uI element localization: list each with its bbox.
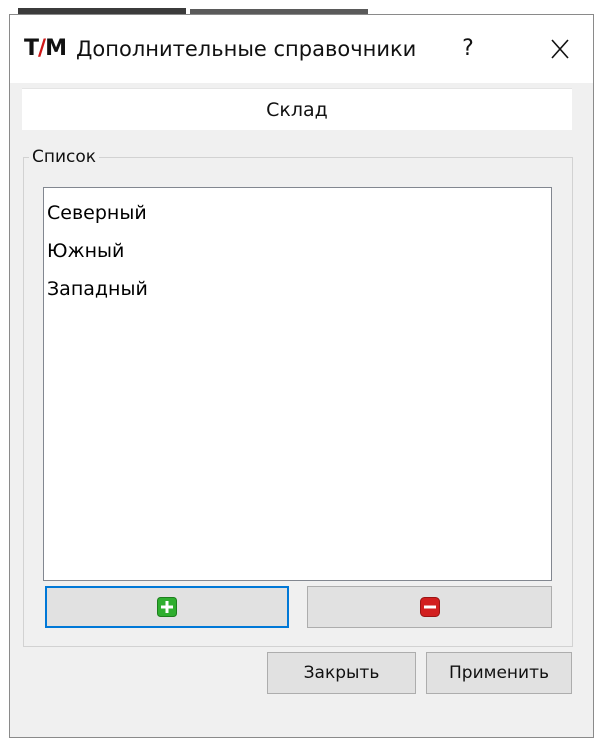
list-item[interactable]: Северный — [44, 194, 551, 232]
apply-button[interactable]: Применить — [426, 652, 572, 694]
close-window-button[interactable] — [540, 31, 580, 67]
app-logo-left: T — [24, 36, 39, 61]
tab-sklad[interactable]: Склад — [22, 88, 572, 130]
background-window-strip — [0, 0, 602, 14]
app-logo: T/M — [24, 35, 67, 63]
help-button[interactable]: ? — [450, 31, 486, 67]
items-listbox[interactable]: Северный Южный Западный — [43, 187, 552, 581]
minus-red-icon — [419, 597, 440, 617]
list-item[interactable]: Южный — [44, 232, 551, 270]
group-title: Список — [29, 145, 100, 169]
title-bar[interactable]: T/M Дополнительные справочники ? — [10, 15, 593, 83]
close-button[interactable]: Закрыть — [267, 652, 416, 694]
plus-green-icon — [157, 597, 177, 617]
list-item[interactable]: Западный — [44, 270, 551, 308]
remove-item-button[interactable] — [307, 586, 552, 628]
app-logo-separator: / — [38, 36, 46, 61]
add-item-button[interactable] — [45, 586, 289, 628]
app-logo-right: M — [45, 36, 67, 61]
window-title: Дополнительные справочники — [76, 37, 417, 61]
close-icon — [551, 39, 569, 59]
